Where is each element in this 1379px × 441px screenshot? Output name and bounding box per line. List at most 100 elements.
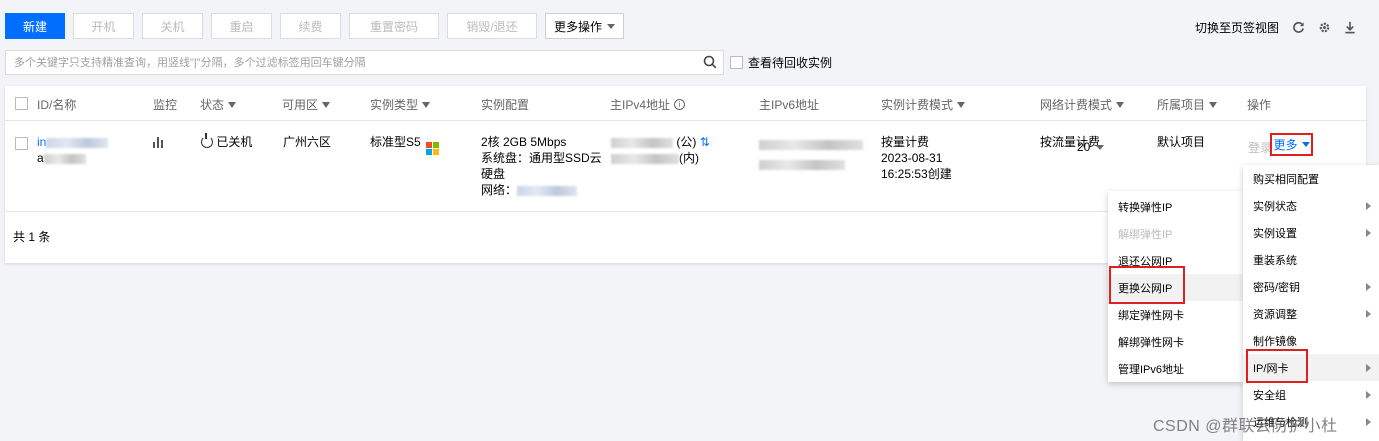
chevron-right-icon xyxy=(1366,283,1371,291)
renew-button[interactable]: 续费 xyxy=(280,13,341,39)
header-label: 监控 xyxy=(153,98,178,112)
more-actions-button[interactable]: 更多操作 xyxy=(545,13,625,39)
menu-item-manage-ipv6[interactable]: 管理IPv6地址 xyxy=(1108,355,1243,382)
redacted-ipv6 xyxy=(759,139,863,150)
chevron-right-icon xyxy=(1366,364,1371,372)
info-icon[interactable]: i xyxy=(674,99,686,110)
instance-id[interactable]: in xyxy=(37,134,109,150)
network-label: 网络： xyxy=(481,183,518,197)
menu-item-unbind-eip[interactable]: 解绑弹性IP xyxy=(1108,220,1243,247)
chevron-right-icon xyxy=(1366,229,1371,237)
power-on-button[interactable]: 开机 xyxy=(73,13,134,39)
zone-cell: 广州六区 xyxy=(283,135,332,149)
menu-item-buy-same-config[interactable]: 购买相同配置 xyxy=(1243,165,1379,192)
header-project[interactable]: 所属项目 xyxy=(1157,96,1218,113)
config-cell: 2核 2GB 5Mbps 系统盘：通用型SSD云 硬盘 网络： xyxy=(481,134,606,198)
page-size-value: 20 xyxy=(1077,140,1091,154)
menu-item-label: 实例设置 xyxy=(1253,227,1297,240)
menu-item-password-key[interactable]: 密码/密钥 xyxy=(1243,273,1379,300)
filter-icon[interactable] xyxy=(957,101,966,108)
filter-icon[interactable] xyxy=(1209,101,1218,108)
ipv4-cell: (公) ⇅ (内) xyxy=(611,134,710,166)
header-ipv6: 主IPv6地址 xyxy=(759,96,819,113)
row-checkbox[interactable] xyxy=(15,137,28,150)
chevron-down-icon xyxy=(1301,142,1310,147)
filter-icon[interactable] xyxy=(1116,101,1125,108)
gear-icon[interactable] xyxy=(1317,21,1331,35)
row-more-button[interactable]: 更多 xyxy=(1270,133,1313,156)
page-size-select[interactable]: 20 xyxy=(1077,140,1105,154)
instance-type-cell: 标准型S5 xyxy=(370,134,440,155)
select-all-checkbox[interactable] xyxy=(15,97,28,110)
menu-item-unbind-eni[interactable]: 解绑弹性网卡 xyxy=(1108,328,1243,355)
search-input[interactable] xyxy=(6,51,696,74)
header-billing-mode[interactable]: 实例计费模式 xyxy=(881,96,966,113)
menu-item-convert-eip[interactable]: 转换弹性IP xyxy=(1108,193,1243,220)
instance-name: a xyxy=(37,150,86,166)
redacted-network[interactable] xyxy=(517,185,578,196)
toolbar: 新建 开机 关机 重启 续费 重置密码 销毁/退还 更多操作 xyxy=(5,13,625,39)
switch-tab-view-link[interactable]: 切换至页签视图 xyxy=(1195,19,1279,36)
recycle-checkbox[interactable] xyxy=(730,56,743,69)
billing-mode: 按量计费 xyxy=(881,135,930,149)
header-monitor: 监控 xyxy=(153,96,177,113)
header-instance-config: 实例配置 xyxy=(481,96,529,113)
header-label: 所属项目 xyxy=(1157,98,1206,112)
chevron-down-icon xyxy=(607,23,616,29)
header-zone[interactable]: 可用区 xyxy=(282,96,331,113)
menu-item-reinstall-system[interactable]: 重装系统 xyxy=(1243,246,1379,273)
filter-icon[interactable] xyxy=(322,101,331,108)
highlight-box xyxy=(1246,349,1308,383)
instance-name-prefix: a xyxy=(37,151,44,165)
menu-item-security-group[interactable]: 安全组 xyxy=(1243,381,1379,408)
swap-icon[interactable]: ⇅ xyxy=(700,135,710,149)
config-network: 网络： xyxy=(481,182,606,198)
chevron-right-icon xyxy=(1366,202,1371,210)
header-ipv4: 主IPv4地址 i xyxy=(610,96,686,113)
power-icon xyxy=(201,133,213,148)
header-instance-type[interactable]: 实例类型 xyxy=(370,96,431,113)
download-icon[interactable] xyxy=(1343,21,1357,35)
header-network-billing[interactable]: 网络计费模式 xyxy=(1040,96,1125,113)
windows-icon xyxy=(426,142,440,155)
power-off-button[interactable]: 关机 xyxy=(142,13,203,39)
monitor-cell[interactable] xyxy=(153,137,166,148)
search-box xyxy=(5,50,724,75)
recycle-filter[interactable]: 查看待回收实例 xyxy=(730,54,832,71)
top-right-tools: 切换至页签视图 xyxy=(1195,19,1357,36)
menu-item-bind-eni[interactable]: 绑定弹性网卡 xyxy=(1108,301,1243,328)
divider xyxy=(5,120,1366,121)
reset-password-button[interactable]: 重置密码 xyxy=(349,13,439,39)
menu-item-instance-status[interactable]: 实例状态 xyxy=(1243,192,1379,219)
restart-button[interactable]: 重启 xyxy=(211,13,272,39)
billing-time: 16:25:53创建 xyxy=(881,167,952,181)
menu-item-resource-adjust[interactable]: 资源调整 xyxy=(1243,300,1379,327)
search-icon[interactable] xyxy=(703,55,717,69)
filter-icon[interactable] xyxy=(228,101,237,108)
config-line: 系统盘：通用型SSD云 xyxy=(481,151,602,165)
ipv4-private: (内) xyxy=(611,150,710,166)
header-label: 主IPv4地址 xyxy=(610,98,671,112)
ipv4-public: (公) ⇅ xyxy=(611,134,710,150)
ip-public-suffix: (公) xyxy=(676,135,697,149)
header-status[interactable]: 状态 xyxy=(200,96,237,113)
header-label: 网络计费模式 xyxy=(1040,98,1113,112)
header-label: ID/名称 xyxy=(37,98,77,112)
instance-type-text: 标准型S5 xyxy=(370,135,421,149)
billing-cell: 按量计费 2023-08-31 16:25:53创建 xyxy=(881,134,952,182)
destroy-return-button[interactable]: 销毁/退还 xyxy=(447,13,537,39)
login-link[interactable]: 登录 xyxy=(1248,139,1272,156)
ip-nic-submenu: 转换弹性IP 解绑弹性IP 退还公网IP 更换公网IP 绑定弹性网卡 解绑弹性网… xyxy=(1108,191,1243,382)
new-instance-button[interactable]: 新建 xyxy=(5,13,65,39)
chevron-down-icon xyxy=(1096,144,1105,150)
filter-icon[interactable] xyxy=(422,101,431,108)
chevron-right-icon xyxy=(1366,391,1371,399)
refresh-icon[interactable] xyxy=(1291,21,1305,35)
bar-chart-icon[interactable] xyxy=(153,137,166,148)
total-count: 共 1 条 xyxy=(13,230,51,244)
chevron-right-icon xyxy=(1366,310,1371,318)
instance-id-prefix[interactable]: in xyxy=(37,135,46,149)
header-label: 主IPv6地址 xyxy=(759,98,820,112)
header-label: 实例类型 xyxy=(370,98,419,112)
menu-item-instance-settings[interactable]: 实例设置 xyxy=(1243,219,1379,246)
